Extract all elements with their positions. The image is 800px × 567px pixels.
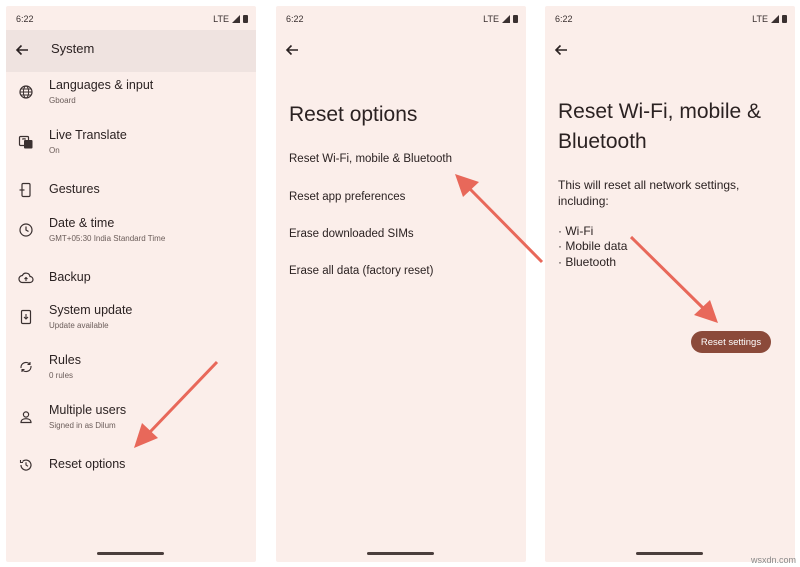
arrow-to-reset-wifi-option — [455, 174, 544, 264]
watermark: wsxdn.com — [750, 555, 796, 565]
arrow-to-reset-options — [134, 360, 219, 448]
annotation-arrows — [134, 174, 718, 448]
arrow-to-reset-settings-button — [629, 235, 718, 323]
